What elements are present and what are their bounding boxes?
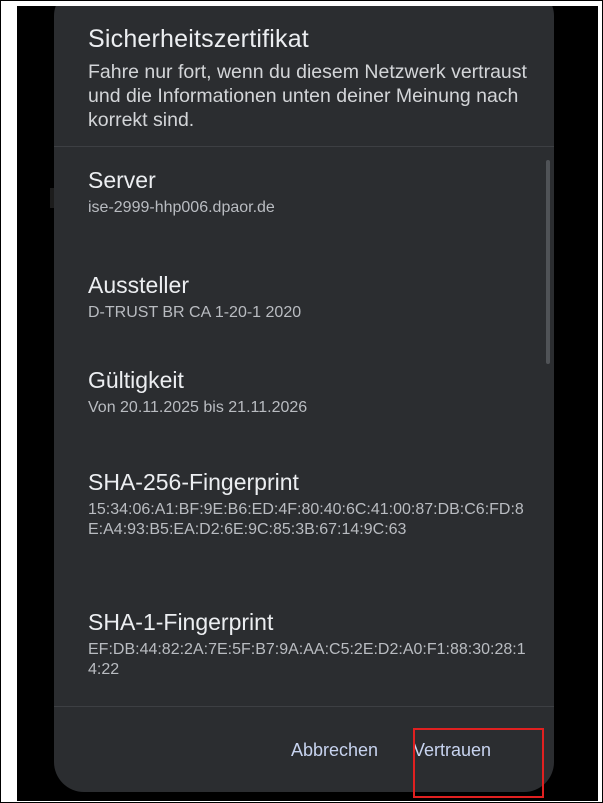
field-sha1: SHA-1-Fingerprint EF:DB:44:82:2A:7E:5F:B…: [88, 608, 540, 680]
field-label: Server: [88, 167, 156, 193]
field-value: D-TRUST BR CA 1-20-1 2020: [88, 304, 302, 321]
dialog-header: Sicherheitszertifikat Fahre nur fort, we…: [88, 24, 530, 132]
scrollbar[interactable]: [546, 160, 550, 364]
field-label: SHA-1-Fingerprint: [88, 609, 274, 635]
field-label: SHA-256-Fingerprint: [88, 469, 299, 495]
dialog-title: Sicherheitszertifikat: [88, 25, 309, 53]
field-value: EF:DB:44:82:2A:7E:5F:B7:9A:AA:C5:2E:D2:A…: [88, 641, 526, 678]
screenshot-frame: Sicherheitszertifikat Fahre nur fort, we…: [0, 0, 603, 803]
field-label: Aussteller: [88, 272, 189, 298]
dialog-actions: Abbrechen Vertrauen: [54, 707, 554, 792]
field-issuer: Aussteller D-TRUST BR CA 1-20-1 2020: [88, 271, 540, 323]
field-sha256: SHA-256-Fingerprint 15:34:06:A1:BF:9E:B6…: [88, 468, 540, 540]
dialog-message: Fahre nur fort, wenn du diesem Netzwerk …: [88, 61, 527, 131]
trust-button[interactable]: Vertrauen: [413, 740, 491, 761]
phone-screen: Sicherheitszertifikat Fahre nur fort, we…: [17, 6, 598, 801]
certificate-details[interactable]: Server ise-2999-hhp006.dpaor.de Ausstell…: [88, 146, 540, 706]
field-server: Server ise-2999-hhp006.dpaor.de: [88, 166, 540, 218]
field-value: ise-2999-hhp006.dpaor.de: [88, 199, 275, 216]
field-label: Gültigkeit: [88, 367, 184, 393]
field-value: 15:34:06:A1:BF:9E:B6:ED:4F:80:40:6C:41:0…: [88, 501, 524, 538]
field-value: Von 20.11.2025 bis 21.11.2026: [88, 399, 308, 416]
certificate-dialog: Sicherheitszertifikat Fahre nur fort, we…: [54, 6, 554, 792]
field-validity: Gültigkeit Von 20.11.2025 bis 21.11.2026: [88, 366, 540, 418]
cancel-button[interactable]: Abbrechen: [291, 740, 378, 761]
